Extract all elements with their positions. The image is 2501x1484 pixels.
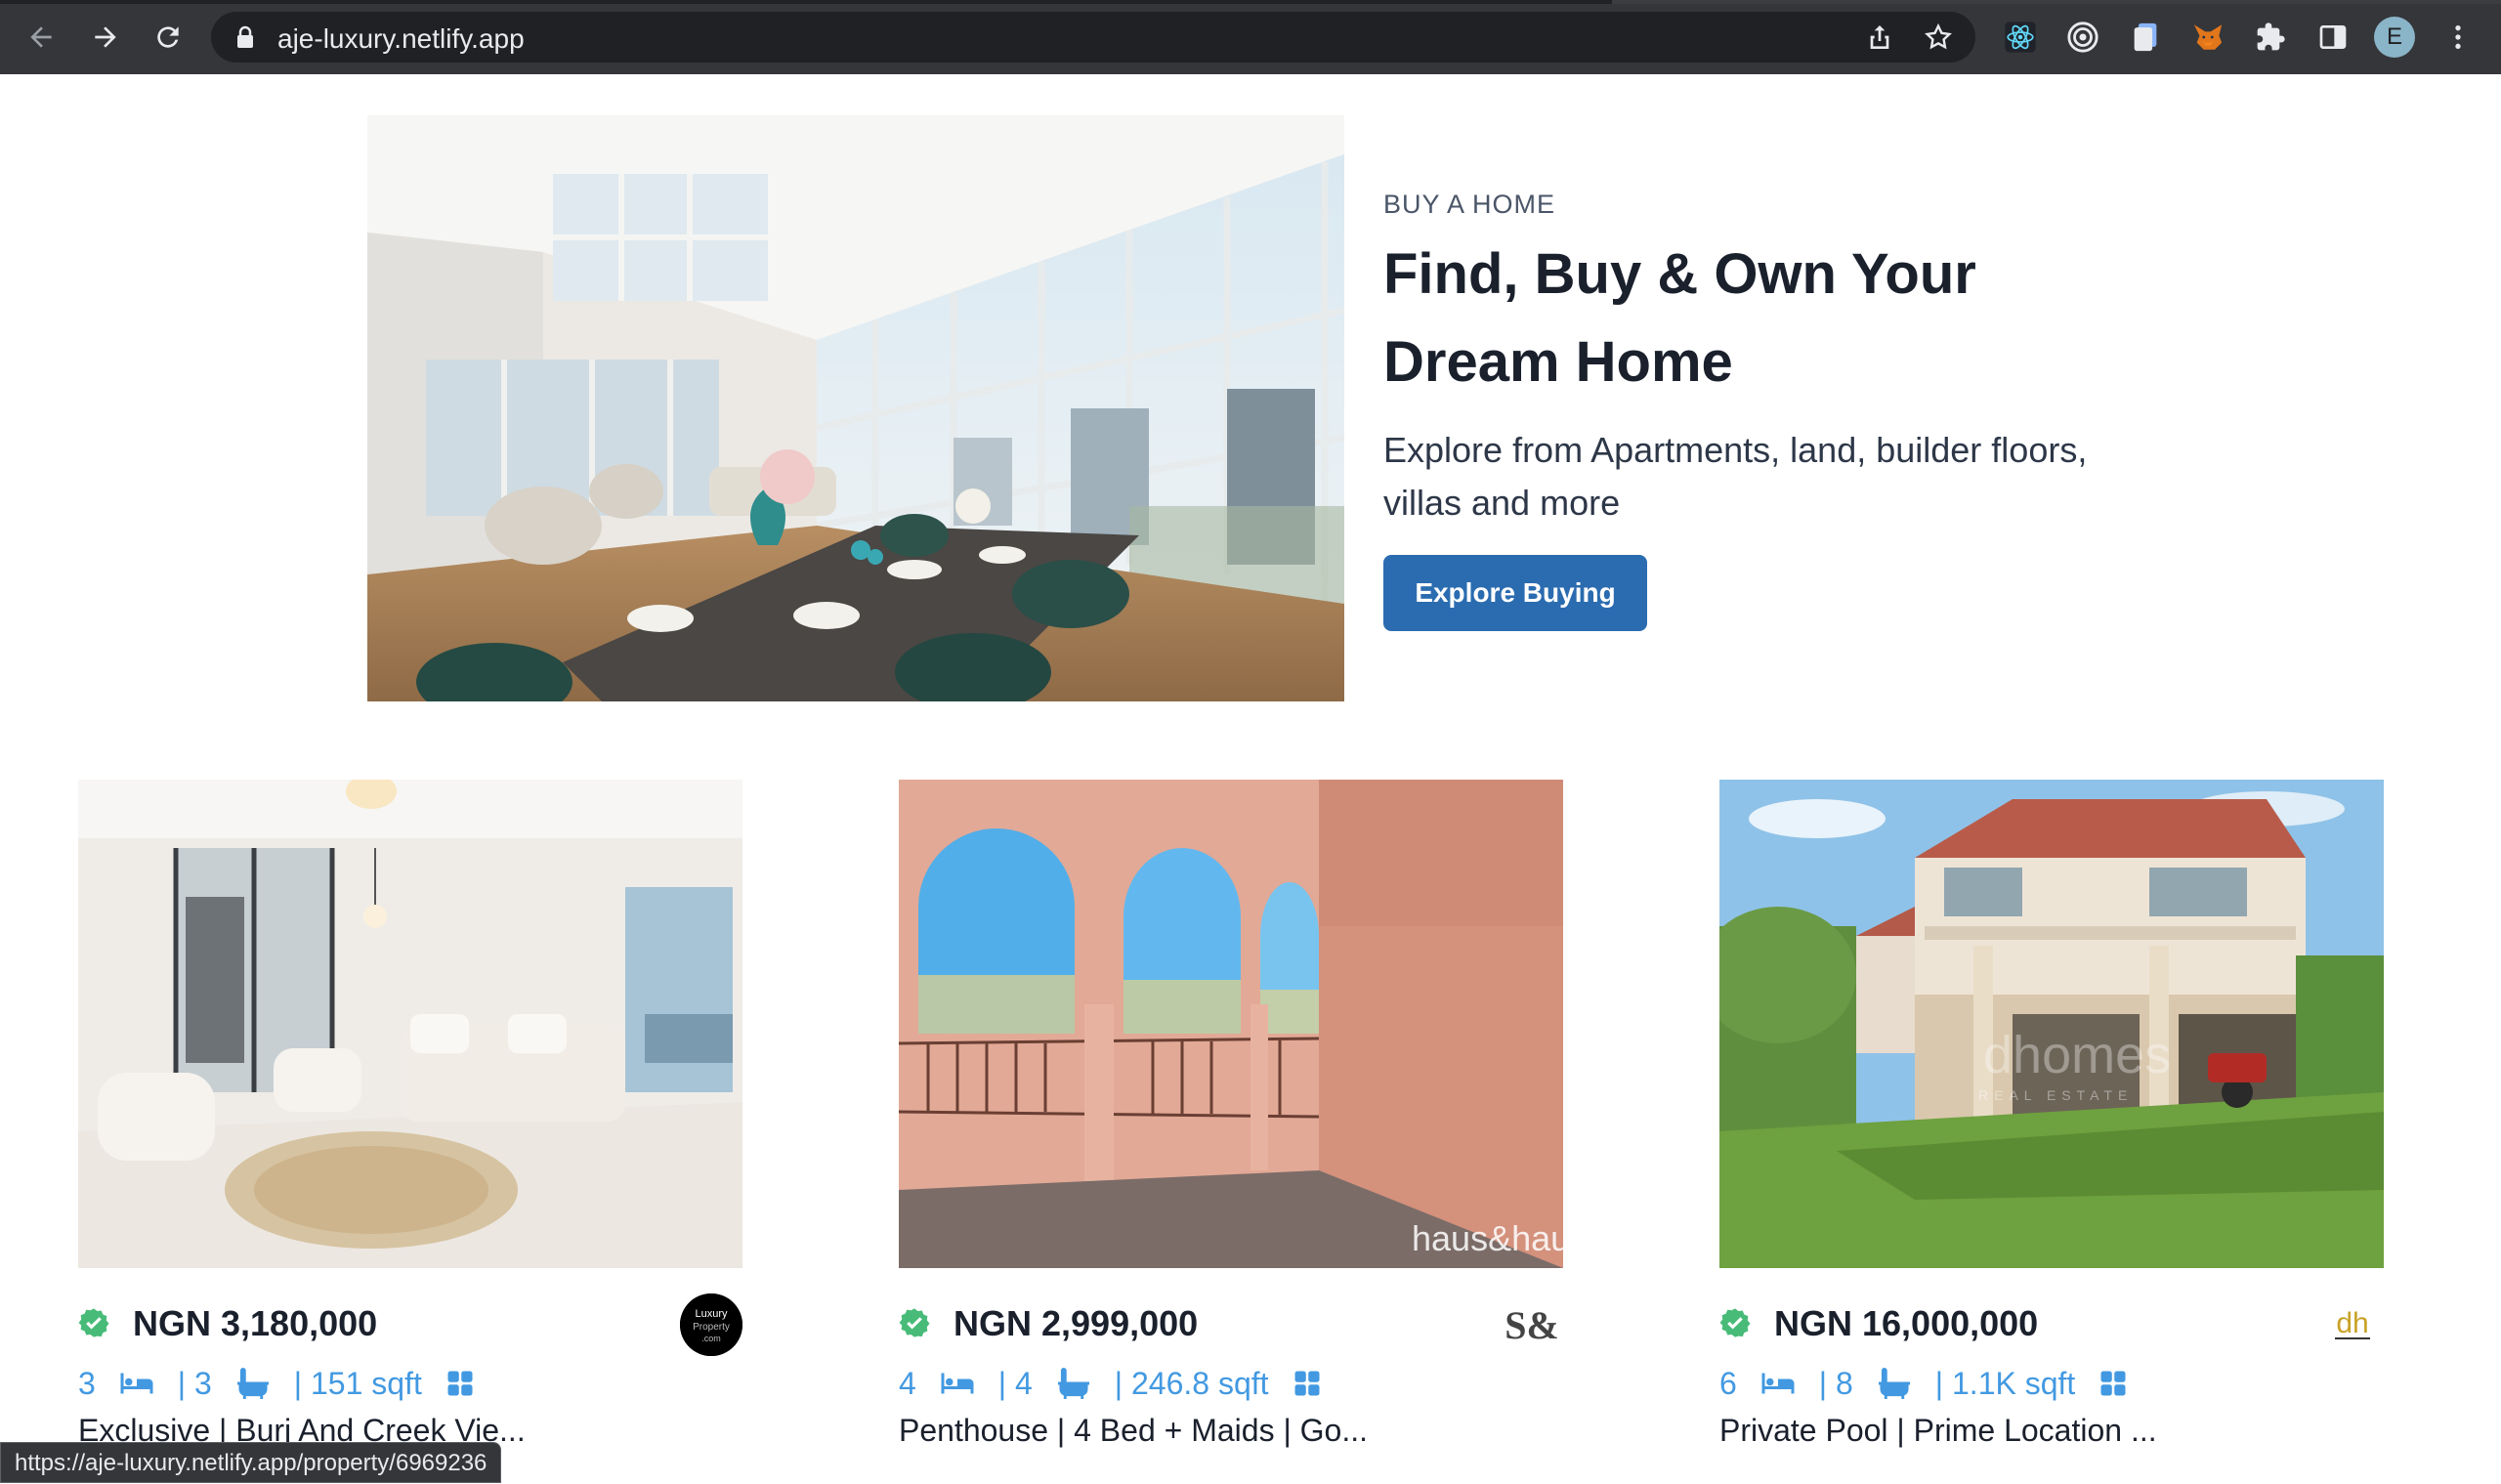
bath-icon [235,1368,271,1399]
bookmark-star-icon[interactable] [1923,21,1954,53]
grid-icon [1293,1369,1322,1398]
bathroom-count: | 8 [1818,1365,1853,1401]
share-icon[interactable] [1864,21,1895,53]
watermark-text: haus&haus [1412,1218,1563,1258]
link-status-bar: https://aje-luxury.netlify.app/property/… [0,1442,502,1483]
profile-avatar[interactable]: E [2374,17,2415,58]
bedroom-count: 4 [899,1365,916,1401]
section-kicker: BUY A HOME [1383,190,1556,219]
metamask-extension[interactable] [2188,18,2227,57]
side-panel-button[interactable] [2313,18,2353,57]
lock-icon [237,25,253,48]
kebab-menu-icon [2455,25,2461,49]
side-panel-icon [2319,25,2347,49]
svg-text:Property: Property [693,1322,730,1333]
address-bar[interactable]: aje-luxury.netlify.app [211,12,1975,63]
agency-logo: S& [1501,1293,1563,1356]
hero-title: Find, Buy & Own Your Dream Home [1383,231,2067,406]
property-price: NGN 2,999,000 [954,1303,1199,1343]
property-title[interactable]: Penthouse | 4 Bed + Maids | Go... [899,1413,1368,1449]
bath-icon [1877,1368,1912,1399]
browser-toolbar: aje-luxury.netlify.app E [0,0,2501,74]
bedroom-count: 6 [1719,1365,1737,1401]
reload-button[interactable] [148,18,188,57]
property-image[interactable] [78,780,742,1268]
grid-icon [445,1369,475,1398]
property-card[interactable]: dhomes REAL ESTATE NGN 16,000,000 dh 6 |… [1719,780,2384,1448]
react-icon [2005,21,2036,53]
active-tab[interactable] [1612,0,2501,4]
back-button[interactable] [21,18,61,57]
forward-button[interactable] [86,18,125,57]
price-row: NGN 3,180,000 Luxury Property .com [78,1293,742,1356]
bedroom-count: 3 [78,1365,96,1401]
react-devtools-extension[interactable] [2001,18,2040,57]
bed-icon [940,1370,975,1397]
forward-arrow-icon [95,26,116,48]
target-extension[interactable] [2063,18,2102,57]
document-icon [2134,22,2157,52]
tab-strip [0,0,2501,4]
bathroom-count: | 4 [997,1365,1033,1401]
property-image[interactable]: haus&haus [899,780,1563,1268]
verified-badge-icon [1719,1308,1751,1337]
area-size: | 246.8 sqft [1114,1365,1269,1401]
svg-text:Luxury: Luxury [695,1308,728,1320]
url-text: aje-luxury.netlify.app [277,23,525,54]
property-facts: 3 | 3 | 151 sqft [78,1360,498,1407]
area-size: | 1.1K sqft [1934,1365,2076,1401]
svg-text:dh: dh [2336,1307,2368,1339]
price-row: NGN 16,000,000 dh [1719,1293,2384,1356]
bath-icon [1056,1368,1091,1399]
bathroom-count: | 3 [177,1365,212,1401]
verified-badge-icon [78,1308,109,1337]
browser-menu-button[interactable] [2438,18,2478,57]
bed-icon [1760,1370,1796,1397]
bed-icon [119,1370,154,1397]
svg-text:.com: .com [701,1334,721,1343]
hero-title-line-1: Find, Buy & Own Your [1383,242,1976,306]
price-row: NGN 2,999,000 S& [899,1293,1563,1356]
docs-extension[interactable] [2126,18,2165,57]
reload-icon [157,26,179,48]
explore-buying-button[interactable]: Explore Buying [1383,555,1647,631]
hero-title-line-2: Dream Home [1383,330,1733,394]
hero-description: Explore from Apartments, land, builder f… [1383,430,2088,523]
hero-image [367,115,1344,701]
svg-text:S&: S& [1505,1303,1559,1347]
back-arrow-icon [30,26,52,48]
property-card[interactable]: NGN 3,180,000 Luxury Property .com 3 | 3 |… [78,780,742,1448]
property-title[interactable]: Private Pool | Prime Location ... [1719,1413,2157,1449]
agency-logo: Luxury Property .com [680,1293,742,1356]
fox-icon [2193,24,2223,50]
property-card[interactable]: haus&haus NGN 2,999,000 S& 4 | 4 | 246.8… [899,780,1563,1448]
property-price: NGN 16,000,000 [1774,1303,2039,1343]
area-size: | 151 sqft [293,1365,422,1401]
puzzle-piece-icon [2257,22,2285,51]
target-icon [2067,21,2098,53]
agency-logo: dh [2321,1293,2384,1356]
property-price: NGN 3,180,000 [133,1303,378,1343]
extensions-button[interactable] [2251,18,2290,57]
grid-icon [2098,1369,2128,1398]
property-image[interactable]: dhomes REAL ESTATE [1719,780,2384,1268]
watermark-text: dhomes [1983,1026,2171,1084]
verified-badge-icon [899,1308,930,1337]
property-facts: 6 | 8 | 1.1K sqft [1719,1360,2151,1407]
property-facts: 4 | 4 | 246.8 sqft [899,1360,1345,1407]
watermark-subtext: REAL ESTATE [1978,1087,2133,1103]
